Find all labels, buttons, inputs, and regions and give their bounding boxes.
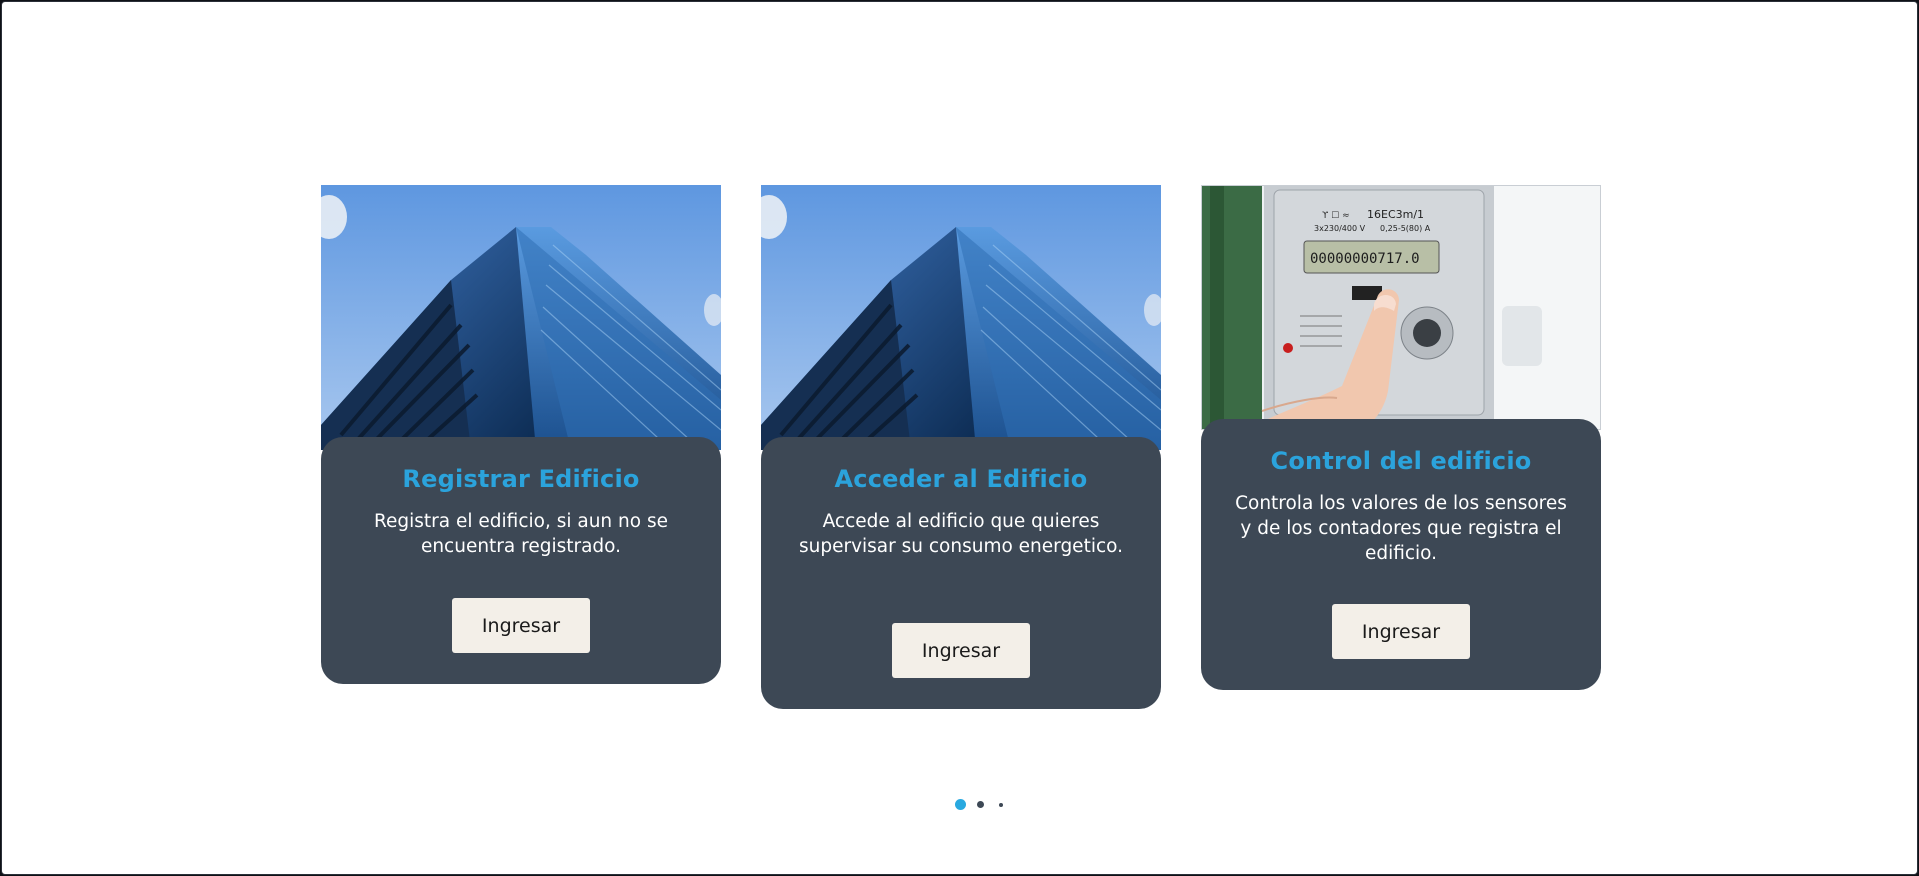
electricity-meter-image: ϒ ☐ ≈ 16EC3m/1 3x230/400 V 0,25-5(80) A … — [1201, 185, 1601, 430]
card-title: Control del edificio — [1270, 447, 1532, 475]
card-control-edificio: ϒ ☐ ≈ 16EC3m/1 3x230/400 V 0,25-5(80) A … — [1201, 185, 1601, 690]
skyscraper-image — [321, 185, 721, 450]
card-body: Registrar Edificio Registra el edificio,… — [321, 437, 721, 684]
svg-text:ϒ ☐ ≈: ϒ ☐ ≈ — [1322, 211, 1350, 221]
meter-spec-line1: 3x230/400 V — [1314, 224, 1366, 233]
carousel-pagination — [2, 799, 1917, 811]
ingresar-button[interactable]: Ingresar — [452, 598, 590, 653]
carousel-dot-3[interactable] — [999, 803, 1003, 807]
carousel-dot-2[interactable] — [977, 801, 984, 808]
card-registrar-edificio: Registrar Edificio Registra el edificio,… — [321, 185, 721, 684]
card-description: Accede al edificio que quieres supervisa… — [798, 511, 1124, 557]
carousel-dot-1[interactable] — [955, 799, 966, 810]
meter-spec-line2: 0,25-5(80) A — [1380, 224, 1431, 233]
card-body: Acceder al Edificio Accede al edificio q… — [761, 437, 1161, 709]
ingresar-button[interactable]: Ingresar — [892, 623, 1030, 678]
card-acceder-edificio: Acceder al Edificio Accede al edificio q… — [761, 185, 1161, 709]
card-title: Acceder al Edificio — [834, 465, 1088, 493]
card-description: Registra el edificio, si aun no se encue… — [374, 511, 668, 557]
skyscraper-image — [761, 185, 1161, 450]
page-frame: Registrar Edificio Registra el edificio,… — [1, 1, 1918, 875]
ingresar-button[interactable]: Ingresar — [1332, 604, 1470, 659]
card-title: Registrar Edificio — [402, 465, 640, 493]
card-description: Controla los valores de los sensores y d… — [1235, 493, 1567, 564]
card-body: Control del edificio Controla los valore… — [1201, 419, 1601, 690]
meter-brand-text: 16EC3m/1 — [1367, 208, 1424, 221]
meter-reading: 00000000717.0 — [1310, 251, 1420, 267]
